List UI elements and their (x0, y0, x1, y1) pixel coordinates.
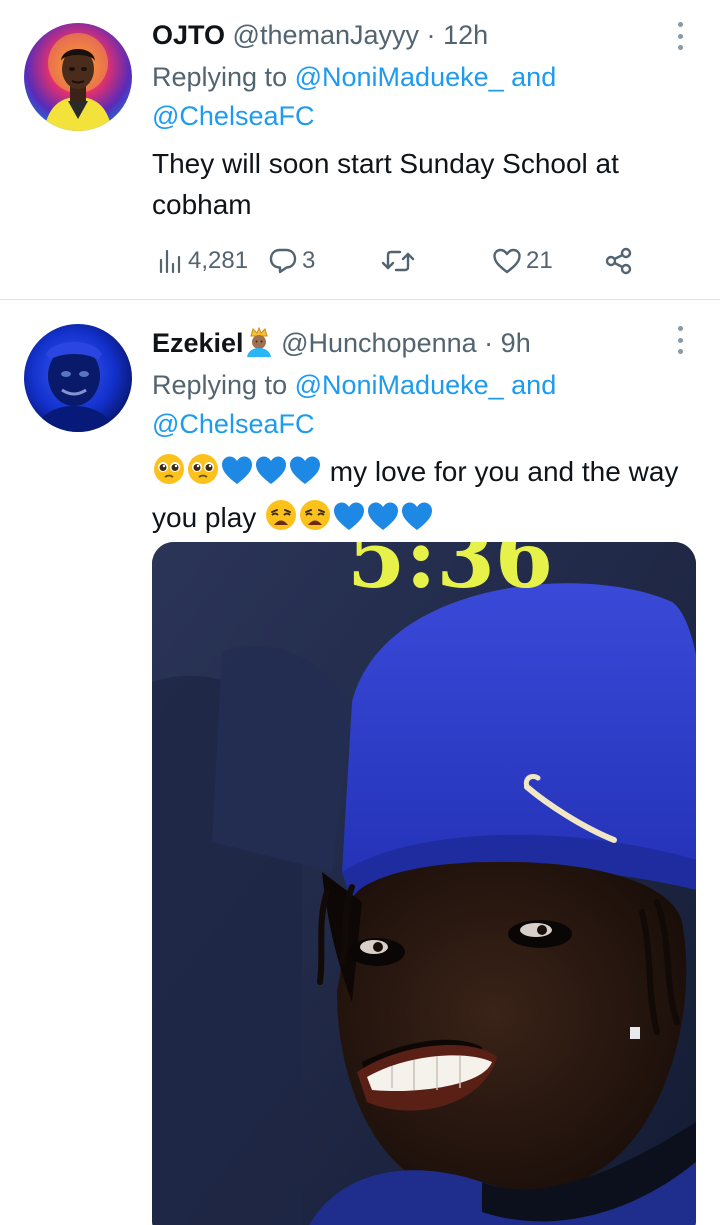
views-icon (158, 248, 184, 274)
display-name[interactable]: OJTO (152, 20, 225, 50)
separator-dot: · (484, 328, 494, 358)
weary-face-emoji (264, 498, 298, 543)
tweet-header: Ezekiel @Hunchopenna · 9h (152, 326, 531, 364)
mention-link-2[interactable]: @ChelseaFC (152, 101, 314, 131)
blue-heart-emoji (220, 454, 254, 497)
tweet-header: OJTO @themanJayyy · 12h (152, 19, 488, 51)
display-name[interactable]: Ezekiel (152, 328, 244, 358)
blue-heart-emoji (400, 500, 434, 543)
blue-heart-emoji (366, 500, 400, 543)
separator-dot: · (426, 20, 436, 50)
timestamp[interactable]: 9h (501, 328, 531, 358)
like-action[interactable]: 21 (492, 244, 553, 278)
timestamp[interactable]: 12h (443, 20, 488, 50)
views-action[interactable]: 4,281 (158, 244, 248, 278)
tweet-reply-ojto[interactable]: OJTO @themanJayyy · 12h Replying to @Non… (0, 0, 720, 300)
reply-count: 3 (302, 247, 316, 274)
reply-action[interactable]: 3 (268, 244, 315, 278)
like-icon (492, 247, 522, 275)
tweet-text: They will soon start Sunday School at co… (152, 148, 619, 220)
replying-prefix: Replying to (152, 370, 288, 400)
avatar[interactable] (24, 23, 132, 131)
pleading-face-emoji (152, 452, 186, 497)
user-handle[interactable]: @themanJayyy (233, 20, 419, 50)
media-overlay-text: 5:36 (347, 542, 553, 607)
replying-to: Replying to @NoniMadueke_ and @ChelseaFC (152, 366, 672, 444)
weary-face-emoji (298, 498, 332, 543)
tweet-media-image[interactable]: 5:36 (152, 542, 696, 1225)
reply-icon (268, 246, 298, 276)
more-icon[interactable] (668, 326, 692, 354)
pleading-face-emoji (186, 452, 220, 497)
replying-and-link[interactable]: and (511, 370, 556, 400)
crowned-person-emoji (244, 326, 274, 364)
more-icon[interactable] (668, 22, 692, 50)
retweet-action[interactable] (380, 244, 416, 278)
like-count: 21 (526, 247, 553, 274)
media-photo-illustration: 5:36 (152, 542, 696, 1225)
mention-link-2[interactable]: @ChelseaFC (152, 409, 314, 439)
tweet-reply-ezekiel[interactable]: Ezekiel @Hunchopenna · 9h Replying to @N… (0, 300, 720, 1225)
blue-heart-emoji (254, 454, 288, 497)
share-action[interactable] (604, 244, 634, 278)
mention-link-1[interactable]: @NoniMadueke_ (295, 370, 504, 400)
views-count: 4,281 (188, 247, 249, 274)
mention-link-1[interactable]: @NoniMadueke_ (295, 62, 504, 92)
tweet-actions: 4,281 3 21 (152, 244, 652, 278)
user-handle[interactable]: @Hunchopenna (281, 328, 477, 358)
replying-to: Replying to @NoniMadueke_ and @ChelseaFC (152, 58, 672, 136)
replying-prefix: Replying to (152, 62, 288, 92)
share-icon (604, 246, 634, 276)
blue-heart-emoji (332, 500, 366, 543)
retweet-icon (380, 246, 416, 276)
tweet-text: my love for you and the way you play (152, 451, 682, 543)
avatar[interactable] (24, 324, 132, 432)
replying-and-link[interactable]: and (511, 62, 556, 92)
blue-heart-emoji (288, 454, 322, 497)
